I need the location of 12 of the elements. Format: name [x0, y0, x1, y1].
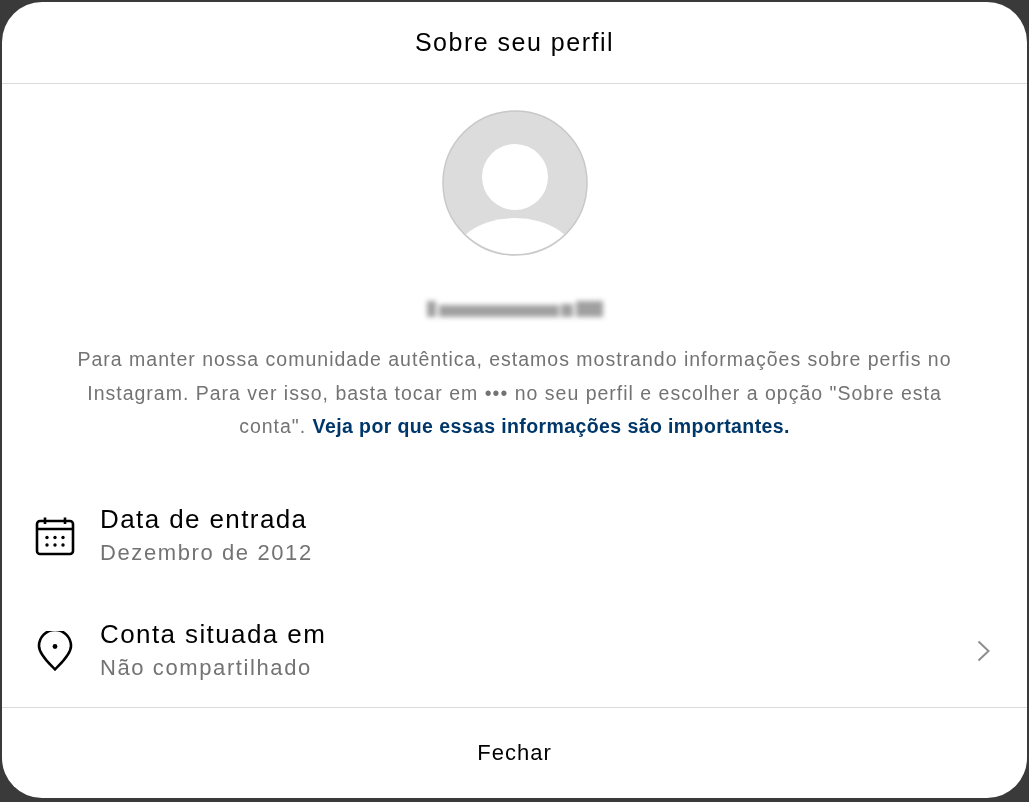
detail-label: Data de entrada: [100, 502, 308, 536]
dialog-title: Sobre seu perfil: [414, 28, 615, 57]
calendar-icon: [35, 515, 75, 556]
detail-value: Não compartilhado: [100, 653, 312, 682]
info-link[interactable]: Veja por que essas informações são importantes.: [312, 415, 790, 437]
avatar-icon: [441, 110, 588, 256]
chevron-right-icon[interactable]: [977, 639, 990, 662]
location-pin-icon: [37, 630, 73, 671]
info-paragraph: Para manter nossa comunidade autêntica, estamos mostrando informações sobre perfis no Instagram. Para ver isso, basta tocar em ••• no seu perfil e escolher a opção "Sobre esta conta". Veja por que essas informações são importantes.: [76, 347, 953, 439]
detail-label: Conta situada em: [100, 617, 327, 651]
close-button[interactable]: Fechar: [465, 733, 564, 772]
detail-value: Dezembro de 2012: [100, 538, 313, 567]
